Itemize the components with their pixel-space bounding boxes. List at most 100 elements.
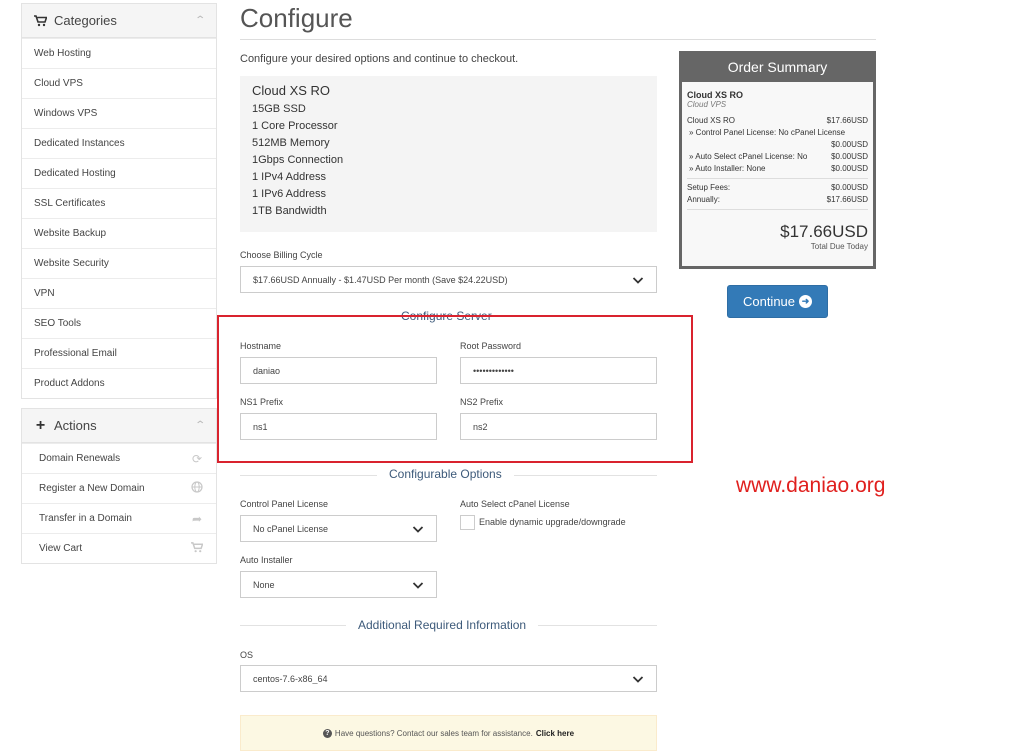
auto-select-label: Auto Select cPanel License xyxy=(460,499,570,509)
summary-line: » Control Panel License: No cPanel Licen… xyxy=(687,127,868,139)
summary-total-label: Total Due Today xyxy=(810,242,868,251)
sidebar-item-website-security[interactable]: Website Security xyxy=(22,248,216,278)
summary-line: Cloud XS RO $17.66USD xyxy=(687,115,868,127)
intro-text: Configure your desired options and conti… xyxy=(240,53,519,65)
question-circle-icon: ? xyxy=(322,728,332,738)
cart-icon xyxy=(190,541,204,556)
control-panel-value: No cPanel License xyxy=(253,523,329,534)
sidebar-item-ssl-certificates[interactable]: SSL Certificates xyxy=(22,188,216,218)
watermark: www.daniao.org xyxy=(736,474,886,497)
summary-line: » Auto Installer: None $0.00USD xyxy=(687,163,868,175)
categories-panel: Categories ⌃ Web Hosting Cloud VPS Windo… xyxy=(21,3,217,399)
page-title: Configure xyxy=(240,3,353,33)
sidebar-item-cloud-vps[interactable]: Cloud VPS xyxy=(22,68,216,98)
control-panel-label: Control Panel License xyxy=(240,499,329,509)
sidebar-item-label: VPN xyxy=(34,288,55,299)
sidebar-item-label: Web Hosting xyxy=(34,48,92,59)
root-password-value: ••••••••••••• xyxy=(473,365,514,376)
sidebar-item-professional-email[interactable]: Professional Email xyxy=(22,338,216,368)
ns2-input[interactable]: ns2 xyxy=(460,413,657,440)
sidebar-item-label: Product Addons xyxy=(34,378,105,389)
sidebar-item-web-hosting[interactable]: Web Hosting xyxy=(22,38,216,68)
actions-header[interactable]: + Actions ⌃ xyxy=(22,409,216,443)
summary-annually: Annually: $17.66USD xyxy=(687,194,868,206)
summary-line-label: Setup Fees: xyxy=(687,183,731,192)
billing-cycle-value: $17.66USD Annually - $1.47USD Per month … xyxy=(253,274,508,285)
title-divider xyxy=(240,39,876,40)
os-value: centos-7.6-x86_64 xyxy=(253,673,328,684)
auto-select-checkbox[interactable] xyxy=(460,515,475,530)
chevron-down-icon xyxy=(412,523,424,535)
arrow-right-circle-icon: ➜ xyxy=(799,295,813,308)
auto-installer-label: Auto Installer xyxy=(240,555,293,565)
ns1-label: NS1 Prefix xyxy=(240,397,284,407)
sidebar-item-vpn[interactable]: VPN xyxy=(22,278,216,308)
ns1-input[interactable]: ns1 xyxy=(240,413,437,440)
additional-info-title: Additional Required Information xyxy=(346,618,539,632)
sidebar-item-label: Domain Renewals xyxy=(39,453,121,464)
sidebar-item-label: SEO Tools xyxy=(34,318,82,329)
sidebar-item-label: Dedicated Instances xyxy=(34,138,125,149)
summary-line-label: » Auto Select cPanel License: No xyxy=(689,152,808,161)
sidebar-item-label: Professional Email xyxy=(34,348,117,359)
actions-title: Actions xyxy=(54,418,97,433)
ns2-label: NS2 Prefix xyxy=(460,397,504,407)
product-name: Cloud XS RO xyxy=(252,83,331,98)
summary-divider xyxy=(687,209,868,210)
billing-cycle-label: Choose Billing Cycle xyxy=(240,250,323,260)
os-select[interactable]: centos-7.6-x86_64 xyxy=(240,665,657,692)
summary-line-price: $17.66USD xyxy=(826,195,868,204)
sidebar-item-seo-tools[interactable]: SEO Tools xyxy=(22,308,216,338)
sidebar-item-dedicated-instances[interactable]: Dedicated Instances xyxy=(22,128,216,158)
summary-product-group: Cloud VPS xyxy=(687,100,727,109)
plus-icon: + xyxy=(35,416,46,434)
os-label: OS xyxy=(240,650,254,660)
summary-line-label: » Auto Installer: None xyxy=(689,164,766,173)
hostname-label: Hostname xyxy=(240,341,282,351)
sidebar-item-windows-vps[interactable]: Windows VPS xyxy=(22,98,216,128)
sidebar-item-transfer-domain[interactable]: Transfer in a Domain ➦ xyxy=(22,503,216,533)
summary-divider xyxy=(687,178,868,179)
auto-installer-select[interactable]: None xyxy=(240,571,437,598)
sidebar-item-label: Website Backup xyxy=(34,228,107,239)
categories-header[interactable]: Categories ⌃ xyxy=(22,4,216,38)
auto-select-checkbox-label: Enable dynamic upgrade/downgrade xyxy=(479,517,626,527)
continue-button[interactable]: Continue ➜ xyxy=(727,285,828,318)
sidebar-item-dedicated-hosting[interactable]: Dedicated Hosting xyxy=(22,158,216,188)
sidebar-item-label: Register a New Domain xyxy=(39,483,145,494)
configurable-options-title: Configurable Options xyxy=(377,467,514,481)
product-feature: 1 Core Processor xyxy=(252,120,338,132)
order-summary-body: Cloud XS RO Cloud VPS Cloud XS RO $17.66… xyxy=(682,82,873,266)
control-panel-select[interactable]: No cPanel License xyxy=(240,515,437,542)
help-text: Have questions? Contact our sales team f… xyxy=(334,728,533,738)
product-feature: 1 IPv6 Address xyxy=(252,188,326,200)
sidebar-item-view-cart[interactable]: View Cart xyxy=(22,533,216,563)
summary-line-label: Cloud XS RO xyxy=(687,116,736,125)
chevron-down-icon xyxy=(412,579,424,591)
chevron-down-icon xyxy=(632,274,644,286)
sidebar-item-product-addons[interactable]: Product Addons xyxy=(22,368,216,398)
product-info-box: Cloud XS RO 15GB SSD 1 Core Processor 51… xyxy=(240,76,657,232)
sidebar-item-domain-renewals[interactable]: Domain Renewals ⟳ xyxy=(22,443,216,473)
product-feature: 512MB Memory xyxy=(252,137,330,149)
summary-line-label: » Control Panel License: No cPanel Licen… xyxy=(689,128,846,137)
billing-cycle-select[interactable]: $17.66USD Annually - $1.47USD Per month … xyxy=(240,266,657,293)
actions-panel: + Actions ⌃ Domain Renewals ⟳ Register a… xyxy=(21,408,217,564)
help-link[interactable]: Click here xyxy=(536,729,574,738)
sidebar-item-register-domain[interactable]: Register a New Domain xyxy=(22,473,216,503)
summary-line-label: Annually: xyxy=(687,195,720,204)
root-password-input[interactable]: ••••••••••••• xyxy=(460,357,657,384)
ns2-value: ns2 xyxy=(473,421,488,432)
product-feature: 1Gbps Connection xyxy=(252,154,344,166)
hostname-value: daniao xyxy=(253,365,281,376)
hostname-input[interactable]: daniao xyxy=(240,357,437,384)
chevron-up-icon[interactable]: ⌃ xyxy=(194,420,206,431)
chevron-up-icon[interactable]: ⌃ xyxy=(194,15,206,26)
summary-line-price: $0.00USD xyxy=(831,183,868,192)
ns1-value: ns1 xyxy=(253,421,268,432)
globe-icon xyxy=(190,481,204,496)
highlight-box xyxy=(217,315,693,463)
sidebar-item-website-backup[interactable]: Website Backup xyxy=(22,218,216,248)
summary-line-price: $17.66USD xyxy=(826,116,868,125)
root-password-label: Root Password xyxy=(460,341,522,351)
